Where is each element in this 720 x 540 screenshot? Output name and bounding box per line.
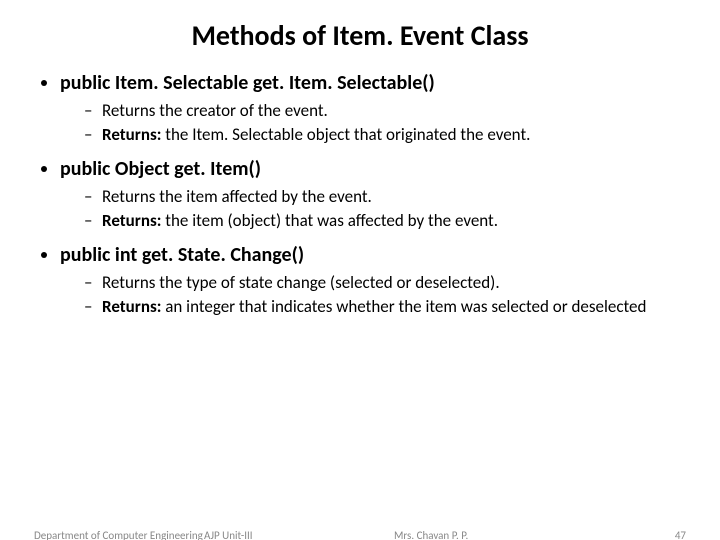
bullet-method-3-sub-2: Returns: an integer that indicates wheth… <box>88 296 686 318</box>
bullet-method-1-sub-1: Returns the creator of the event. <box>88 100 686 122</box>
bullet-method-1-heading: public Item. Selectable get. Item. Selec… <box>60 71 435 95</box>
bullet-bold: Returns: <box>102 210 161 231</box>
bullet-method-3-heading: public int get. State. Change() <box>60 243 304 267</box>
bullet-text: the Item. Selectable object that origina… <box>161 124 530 145</box>
slide-title: Methods of Item. Event Class <box>0 18 720 53</box>
footer-course: AJP Unit-III <box>204 529 394 540</box>
bullet-method-3: public int get. State. Change() Returns … <box>60 243 686 319</box>
footer-page-number: 47 <box>624 529 686 540</box>
footer-department: Department of Computer Engineering <box>34 529 204 540</box>
slide-footer: Department of Computer Engineering AJP U… <box>0 529 720 540</box>
bullet-text: Returns the creator of the event. <box>102 100 328 121</box>
bullet-text: the item (object) that was affected by t… <box>161 210 498 231</box>
bullet-method-1-sub-2: Returns: the Item. Selectable object tha… <box>88 124 686 146</box>
bullet-method-3-sub-1: Returns the type of state change (select… <box>88 272 686 294</box>
bullet-method-2-sub-2: Returns: the item (object) that was affe… <box>88 210 686 232</box>
bullet-method-2-sub-1: Returns the item affected by the event. <box>88 186 686 208</box>
bullet-method-1: public Item. Selectable get. Item. Selec… <box>60 71 686 147</box>
slide-content: public Item. Selectable get. Item. Selec… <box>0 71 720 319</box>
bullet-method-2-heading: public Object get. Item() <box>60 157 261 181</box>
bullet-method-2: public Object get. Item() Returns the it… <box>60 157 686 233</box>
bullet-text: Returns the item affected by the event. <box>102 186 372 207</box>
bullet-bold: Returns: <box>102 296 161 317</box>
bullet-text: an integer that indicates whether the it… <box>161 296 646 317</box>
bullet-bold: Returns: <box>102 124 161 145</box>
bullet-text: Returns the type of state change (select… <box>102 272 500 293</box>
footer-author: Mrs. Chavan P. P. <box>394 529 624 540</box>
